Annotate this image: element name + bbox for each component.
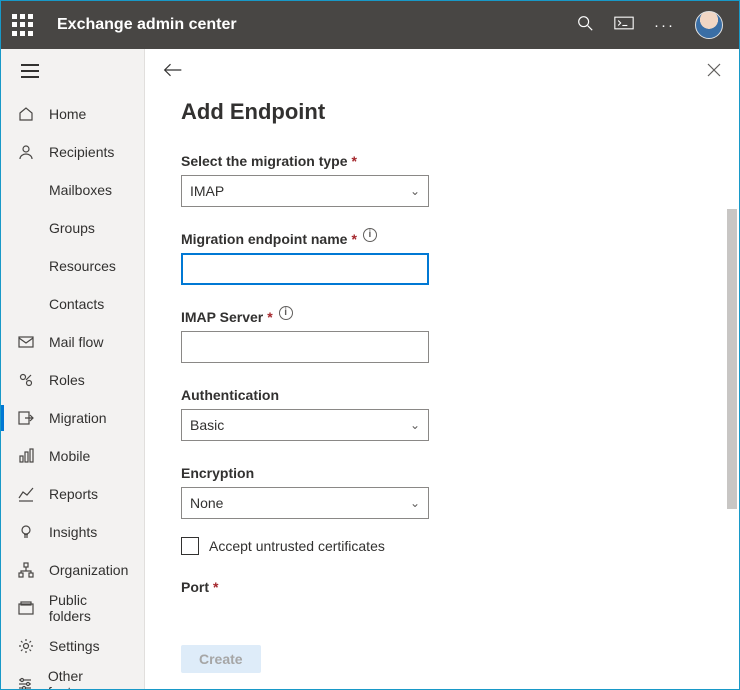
info-icon[interactable]: i	[279, 306, 293, 320]
top-bar: Exchange admin center ···	[1, 1, 739, 49]
sidebar-item-insights[interactable]: Insights	[1, 513, 144, 551]
sidebar-item-label: Organization	[49, 562, 128, 578]
required-marker: *	[213, 579, 218, 595]
sidebar-item-mailboxes[interactable]: Mailboxes	[1, 171, 144, 209]
migration-type-label: Select the migration type	[181, 153, 347, 169]
panel: Add Endpoint Select the migration type *…	[145, 49, 739, 689]
sidebar-item-label: Contacts	[49, 296, 104, 312]
sidebar-item-label: Mobile	[49, 448, 90, 464]
accept-untrusted-label: Accept untrusted certificates	[209, 538, 385, 554]
sidebar-item-other[interactable]: Other features	[1, 665, 144, 689]
sliders-icon	[17, 675, 34, 689]
sidebar-item-publicfolders[interactable]: Public folders	[1, 589, 144, 627]
chevron-down-icon: ⌄	[410, 496, 420, 510]
authentication-label: Authentication	[181, 387, 279, 403]
sidebar-item-label: Recipients	[49, 144, 114, 160]
sidebar-item-contacts[interactable]: Contacts	[1, 285, 144, 323]
app-title: Exchange admin center	[57, 16, 237, 34]
person-icon	[17, 143, 35, 161]
sidebar-item-mobile[interactable]: Mobile	[1, 437, 144, 475]
mobile-icon	[17, 447, 35, 465]
sidebar-item-settings[interactable]: Settings	[1, 627, 144, 665]
hamburger-icon[interactable]	[21, 64, 39, 78]
endpoint-name-input[interactable]	[181, 253, 429, 285]
sidebar-item-label: Resources	[49, 258, 116, 274]
sidebar-item-label: Home	[49, 106, 86, 122]
authentication-select[interactable]: Basic ⌄	[181, 409, 429, 441]
migration-type-value: IMAP	[190, 183, 224, 199]
folder-icon	[17, 599, 35, 617]
reports-icon	[17, 485, 35, 503]
endpoint-name-label: Migration endpoint name	[181, 231, 347, 247]
close-icon[interactable]	[707, 63, 721, 82]
required-marker: *	[351, 231, 356, 247]
required-marker: *	[351, 153, 356, 169]
sidebar-item-home[interactable]: Home	[1, 95, 144, 133]
accept-untrusted-checkbox[interactable]	[181, 537, 199, 555]
sidebar-item-groups[interactable]: Groups	[1, 209, 144, 247]
panel-title: Add Endpoint	[181, 99, 703, 125]
chevron-down-icon: ⌄	[410, 418, 420, 432]
sidebar-item-label: Insights	[49, 524, 97, 540]
sidebar-item-roles[interactable]: Roles	[1, 361, 144, 399]
sidebar-item-label: Mail flow	[49, 334, 103, 350]
sidebar-item-label: Settings	[49, 638, 100, 654]
sidebar-item-label: Public folders	[49, 592, 132, 624]
back-arrow-icon[interactable]	[163, 62, 183, 83]
search-icon[interactable]	[576, 14, 594, 36]
encryption-select[interactable]: None ⌄	[181, 487, 429, 519]
lightbulb-icon	[17, 523, 35, 541]
sidebar-item-label: Groups	[49, 220, 95, 236]
avatar[interactable]	[695, 11, 723, 39]
sidebar-item-label: Reports	[49, 486, 98, 502]
sidebar-item-migration[interactable]: Migration	[1, 399, 144, 437]
migration-type-select[interactable]: IMAP ⌄	[181, 175, 429, 207]
roles-icon	[17, 371, 35, 389]
sidebar-item-resources[interactable]: Resources	[1, 247, 144, 285]
console-icon[interactable]	[614, 16, 634, 34]
create-button[interactable]: Create	[181, 645, 261, 673]
required-marker: *	[267, 309, 272, 325]
sidebar-item-label: Other features	[48, 668, 132, 689]
info-icon[interactable]: i	[363, 228, 377, 242]
gear-icon	[17, 637, 35, 655]
sidebar-item-recipients[interactable]: Recipients	[1, 133, 144, 171]
authentication-value: Basic	[190, 417, 224, 433]
port-label: Port	[181, 579, 209, 595]
migration-icon	[17, 409, 35, 427]
encryption-label: Encryption	[181, 465, 254, 481]
mail-icon	[17, 333, 35, 351]
sidebar-item-label: Roles	[49, 372, 85, 388]
sidebar-item-reports[interactable]: Reports	[1, 475, 144, 513]
more-icon[interactable]: ···	[654, 17, 675, 34]
sidebar: Home Recipients Mailboxes Groups Resourc…	[1, 49, 145, 689]
sidebar-item-organization[interactable]: Organization	[1, 551, 144, 589]
encryption-value: None	[190, 495, 223, 511]
scrollbar-thumb[interactable]	[727, 209, 737, 509]
home-icon	[17, 105, 35, 123]
org-icon	[17, 561, 35, 579]
imap-server-input[interactable]	[181, 331, 429, 363]
sidebar-item-label: Mailboxes	[49, 182, 112, 198]
imap-server-label: IMAP Server	[181, 309, 263, 325]
sidebar-item-mailflow[interactable]: Mail flow	[1, 323, 144, 361]
chevron-down-icon: ⌄	[410, 184, 420, 198]
sidebar-item-label: Migration	[49, 410, 107, 426]
app-launcher-icon[interactable]	[11, 13, 35, 37]
